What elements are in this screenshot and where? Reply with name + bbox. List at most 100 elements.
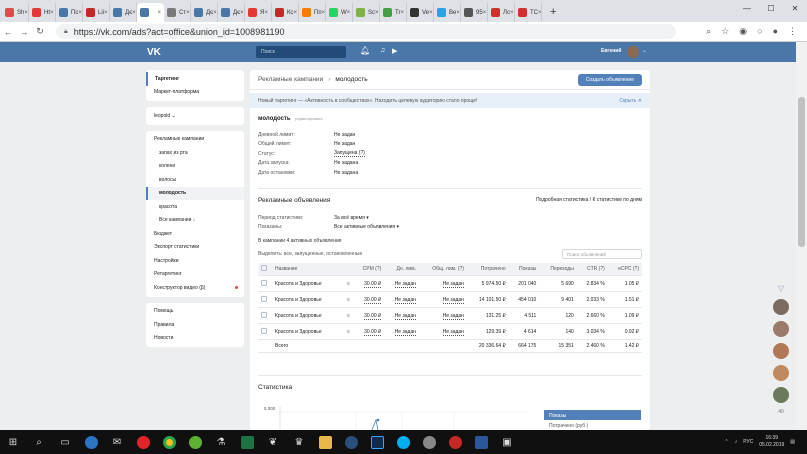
app-icon-5[interactable]: ▣: [494, 430, 520, 454]
cell-name[interactable]: Красота и Здоровье: [275, 297, 322, 303]
page-scrollbar[interactable]: [796, 42, 807, 430]
tab-close-icon[interactable]: ×: [483, 10, 487, 16]
chat-icon[interactable]: ▽: [770, 284, 792, 293]
tab-close-icon[interactable]: ×: [456, 10, 460, 16]
col-ecpc[interactable]: eCPC (?): [607, 262, 642, 276]
create-ad-button[interactable]: Создать объявление: [577, 73, 642, 86]
extension-icon-2[interactable]: ○: [757, 26, 762, 37]
tab-close-icon[interactable]: ×: [322, 10, 325, 16]
clock[interactable]: 16:39 05.02.2019: [759, 435, 784, 449]
ads-search-input[interactable]: Поиск объявлений: [562, 248, 642, 259]
browser-tab[interactable]: 95 ×: [461, 3, 488, 22]
stats-links[interactable]: Подробная статистика / К статистике по д…: [536, 197, 642, 204]
tab-close-icon[interactable]: ×: [213, 10, 217, 16]
star-icon[interactable]: ☆: [721, 26, 729, 37]
cell-total[interactable]: Не задан: [442, 328, 464, 336]
tab-close-icon[interactable]: ×: [132, 10, 136, 16]
chrome-icon[interactable]: [156, 430, 182, 454]
back-icon[interactable]: ←: [0, 27, 16, 37]
browser-tab[interactable]: Lii ×: [83, 3, 110, 22]
app-icon-4[interactable]: [416, 430, 442, 454]
cell-cpm[interactable]: 30.00 ₽: [364, 296, 382, 304]
col-views[interactable]: Показы: [508, 262, 540, 276]
forward-icon[interactable]: →: [16, 27, 32, 37]
browser-tab[interactable]: Sc ×: [353, 3, 380, 22]
task-view-icon[interactable]: ▭: [52, 430, 78, 454]
minimize-button[interactable]: —: [735, 0, 759, 18]
select-all-checkbox[interactable]: [261, 264, 267, 271]
utorrent-icon[interactable]: [182, 430, 208, 454]
browser-tab[interactable]: Tr ×: [380, 3, 407, 22]
cell-total[interactable]: Не задан: [442, 296, 464, 304]
sidebar-campaign-active[interactable]: молодость: [146, 186, 244, 200]
cell-cpm[interactable]: 30.00 ₽: [364, 312, 382, 320]
close-window-button[interactable]: ✕: [783, 0, 807, 18]
cell-name[interactable]: Красота и Здоровье: [275, 329, 322, 335]
chevron-down-icon[interactable]: ⌄: [642, 47, 647, 54]
col-clicks[interactable]: Переходы: [539, 262, 577, 276]
select-filter[interactable]: Выделить: все, запущенные, остановленные: [258, 251, 362, 257]
sidebar-item-targeting[interactable]: Таргетинг: [146, 72, 244, 86]
browser-tab[interactable]: Ht ×: [29, 3, 56, 22]
cell-name[interactable]: Красота и Здоровье: [275, 281, 322, 287]
sidebar-item-budget[interactable]: Бюджет: [146, 227, 244, 241]
biohazard-icon[interactable]: [442, 430, 468, 454]
sidebar-campaign[interactable]: красота: [146, 200, 244, 214]
profile-icon[interactable]: ●: [773, 26, 778, 37]
opera-icon[interactable]: [130, 430, 156, 454]
edit-icon[interactable]: ≡: [347, 313, 350, 319]
play-icon[interactable]: ▶: [392, 47, 397, 55]
sidebar-item-rules[interactable]: Правила: [146, 318, 244, 332]
excel-icon[interactable]: [234, 430, 260, 454]
browser-tab[interactable]: Кс ×: [272, 3, 299, 22]
row-checkbox[interactable]: [261, 311, 267, 318]
browser-tab[interactable]: Дє ×: [191, 3, 218, 22]
search-icon[interactable]: ⌕: [26, 430, 52, 454]
vk-logo[interactable]: VK: [147, 47, 161, 58]
tab-close-icon[interactable]: ×: [429, 10, 433, 16]
tab-close-icon[interactable]: ×: [78, 10, 82, 16]
tray-arrow-icon[interactable]: ⌃: [725, 439, 729, 445]
sidebar-item-retargeting[interactable]: Ретаргетинг: [146, 268, 244, 282]
photoshop-icon[interactable]: [364, 430, 390, 454]
tab-close-icon[interactable]: ×: [104, 10, 108, 16]
tab-close-icon[interactable]: ×: [347, 10, 351, 16]
browser-tab[interactable]: Ve ×: [407, 3, 434, 22]
sidebar-item-campaigns[interactable]: Рекламные кампании: [146, 133, 244, 147]
browser-tab[interactable]: Пс ×: [56, 3, 83, 22]
url-text[interactable]: https://vk.com/ads?act=office&union_id=1…: [74, 27, 285, 37]
lang-indicator[interactable]: РУС: [743, 439, 753, 445]
tab-close-icon[interactable]: ×: [157, 10, 161, 16]
tab-close-icon[interactable]: ×: [50, 10, 54, 16]
tab-close-icon[interactable]: ×: [240, 10, 244, 16]
edit-icon[interactable]: ≡: [347, 281, 350, 287]
user-name[interactable]: Евгений: [601, 48, 621, 54]
explorer-icon[interactable]: [312, 430, 338, 454]
app-icon[interactable]: ⚗: [208, 430, 234, 454]
cell-total[interactable]: Не задан: [442, 280, 464, 288]
windows-start-icon[interactable]: ⊞: [0, 430, 26, 454]
sidebar-all-campaigns[interactable]: Все кампании ↓: [146, 214, 244, 228]
edit-link[interactable]: редактировать: [295, 116, 322, 121]
tab-close-icon[interactable]: ×: [24, 10, 28, 16]
browser-tab[interactable]: Дє ×: [218, 3, 245, 22]
tab-close-icon[interactable]: ×: [400, 10, 404, 16]
cell-day[interactable]: Не задан: [394, 296, 417, 304]
breadcrumb-link[interactable]: Рекламные кампании: [258, 76, 323, 83]
browser-tab[interactable]: Ве ×: [434, 3, 461, 22]
edit-icon[interactable]: ≡: [347, 329, 350, 335]
browser-tab[interactable]: Ст ×: [164, 3, 191, 22]
col-name[interactable]: Название: [272, 262, 339, 276]
account-selector[interactable]: leopold ⌄: [146, 109, 244, 123]
tab-close-icon[interactable]: ×: [538, 10, 541, 16]
sidebar-item-market[interactable]: Маркет-платформа: [146, 86, 244, 100]
tab-close-icon[interactable]: ×: [186, 10, 190, 16]
browser-tab[interactable]: W ×: [326, 3, 353, 22]
tab-close-icon[interactable]: ×: [294, 10, 298, 16]
data-point[interactable]: [376, 418, 380, 422]
period-dropdown[interactable]: За всё время ▾: [334, 215, 369, 221]
notifications-icon[interactable]: ▤: [790, 439, 795, 445]
browser-tab[interactable]: Sh ×: [2, 3, 29, 22]
browser-tab[interactable]: Я ×: [245, 3, 272, 22]
vk-search-input[interactable]: Поиск: [256, 46, 346, 58]
